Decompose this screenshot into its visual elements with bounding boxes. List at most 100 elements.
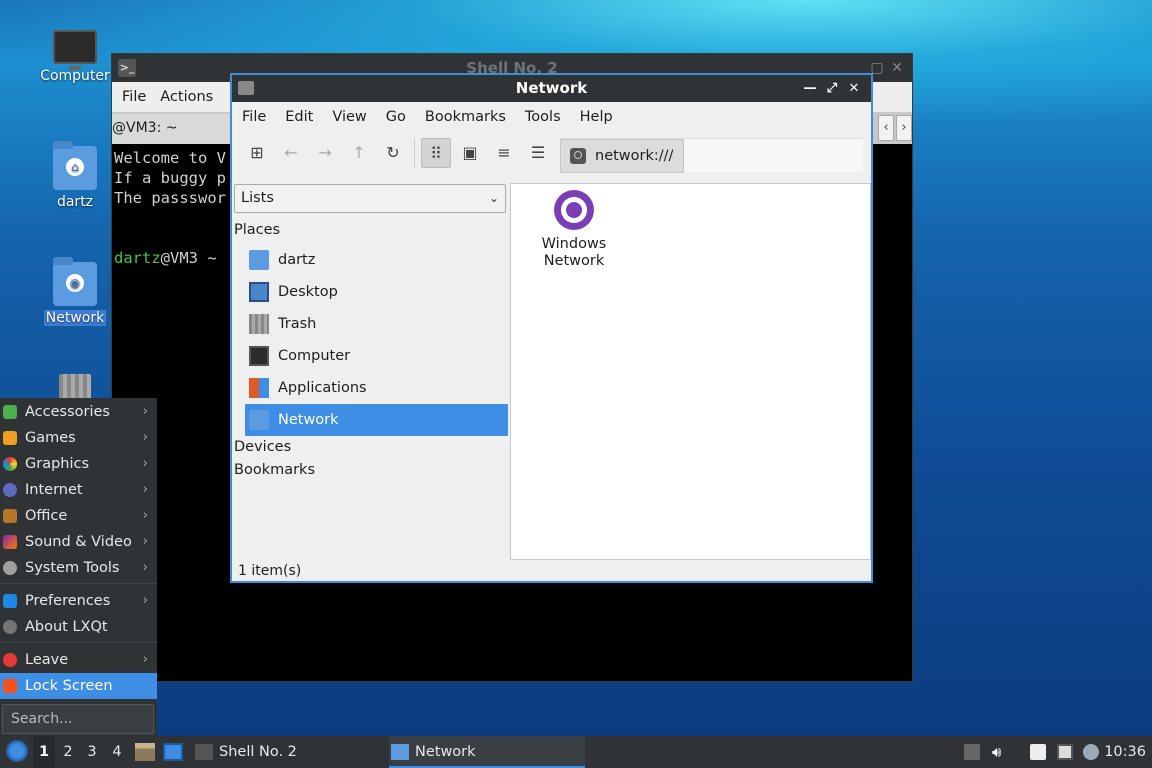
menu-item-about[interactable]: About LXQt <box>0 614 157 640</box>
start-menu: Accessories › Games › Graphics › Internet › … <box>0 398 157 736</box>
sidebar-item-dartz[interactable]: dartz <box>245 244 508 276</box>
task-network[interactable]: Network <box>389 736 585 768</box>
minimize-button[interactable]: — <box>799 75 821 102</box>
network-status-icon[interactable] <box>1057 744 1073 760</box>
menu-item-label: Accessories <box>25 404 110 420</box>
menu-view[interactable]: View <box>332 109 366 125</box>
desktop-icon-label: dartz <box>56 194 94 210</box>
workspace-4[interactable]: 4 <box>106 736 128 768</box>
reload-icon[interactable]: ↻ <box>378 138 408 168</box>
sidebar-item-trash[interactable]: Trash <box>245 308 508 340</box>
menu-item-label: Games <box>25 430 76 446</box>
chevron-down-icon: ⌄ <box>488 191 499 205</box>
home-folder-icon <box>249 250 269 270</box>
places-heading[interactable]: Places <box>234 222 280 238</box>
menu-item-label: Preferences <box>25 593 111 609</box>
side-pane-mode-value: Lists <box>241 190 274 206</box>
menu-item-label: Graphics <box>25 456 90 472</box>
menu-go[interactable]: Go <box>386 109 406 125</box>
desktop-icon <box>249 282 269 302</box>
maximize-button[interactable]: ⤢ <box>821 75 843 102</box>
sidebar-item-label: Trash <box>278 316 317 332</box>
icon-view-icon[interactable]: ⠿ <box>421 138 451 168</box>
clipboard-icon[interactable] <box>1030 744 1046 760</box>
thumbnail-view-icon[interactable]: ▣ <box>455 138 485 168</box>
chevron-right-icon: › <box>142 404 148 419</box>
bookmarks-heading[interactable]: Bookmarks <box>234 462 315 478</box>
back-arrow-icon[interactable]: ← <box>276 138 306 168</box>
task-label: Shell No. 2 <box>219 744 297 760</box>
lock-icon <box>3 679 17 693</box>
file-item-windows-network[interactable]: Windows Network <box>533 190 615 270</box>
tray-expand-icon[interactable] <box>964 744 980 760</box>
file-view[interactable]: Windows Network <box>510 183 871 560</box>
volume-icon[interactable]: 🔊︎ <box>992 744 1008 760</box>
file-manager-titlebar[interactable]: Network — ⤢ ✕ <box>232 75 871 102</box>
toolbar-separator <box>414 138 415 168</box>
menu-item-sound-video[interactable]: Sound & Video › <box>0 529 157 555</box>
up-arrow-icon[interactable]: ↑ <box>344 138 374 168</box>
sidebar-item-label: Applications <box>278 380 367 396</box>
computer-icon <box>53 30 97 70</box>
menu-item-system-tools[interactable]: System Tools › <box>0 555 157 581</box>
menu-search-input[interactable]: Search... <box>2 704 154 734</box>
sidebar-item-applications[interactable]: Applications <box>245 372 508 404</box>
menu-tools[interactable]: Tools <box>525 109 561 125</box>
side-pane-mode-select[interactable]: Lists ⌄ <box>234 184 506 213</box>
clock[interactable]: 10:36 <box>1104 736 1146 768</box>
menu-item-graphics[interactable]: Graphics › <box>0 451 157 477</box>
notification-icon[interactable] <box>1083 744 1099 760</box>
menu-item-internet[interactable]: Internet › <box>0 477 157 503</box>
menu-help[interactable]: Help <box>580 109 613 125</box>
close-button[interactable]: ✕ <box>843 75 865 102</box>
chevron-right-icon: › <box>142 593 148 608</box>
main-menu-button[interactable] <box>6 740 28 762</box>
chevron-right-icon: › <box>142 482 148 497</box>
workspace-2[interactable]: 2 <box>57 736 79 768</box>
compact-view-icon[interactable]: ≡ <box>489 138 519 168</box>
sidebar-item-desktop[interactable]: Desktop <box>245 276 508 308</box>
desktop-icon-home[interactable]: ⌂ dartz <box>35 141 115 210</box>
terminal-app-icon: >_ <box>118 59 136 77</box>
devices-heading[interactable]: Devices <box>234 439 291 455</box>
terminal-tab[interactable]: @VM3: ~ <box>112 114 232 144</box>
computer-icon <box>249 346 269 366</box>
sidebar-item-computer[interactable]: Computer <box>245 340 508 372</box>
accessories-icon <box>3 405 17 419</box>
chevron-right-icon: › <box>142 456 148 471</box>
sidebar-item-label: Computer <box>278 348 351 364</box>
menu-file[interactable]: File <box>242 109 266 125</box>
menu-bookmarks[interactable]: Bookmarks <box>425 109 506 125</box>
menu-edit[interactable]: Edit <box>285 109 313 125</box>
menu-item-preferences[interactable]: Preferences › <box>0 588 157 614</box>
side-pane: Lists ⌄ Places dartz Desktop Trash Compu… <box>232 176 508 566</box>
desktop-icon-label: Computer <box>40 68 110 84</box>
desktop-icon-label: Network <box>43 310 107 326</box>
workspace-1[interactable]: 1 <box>33 736 55 768</box>
tab-scroll-right-button[interactable]: › <box>896 115 912 141</box>
terminal-menu-actions[interactable]: Actions <box>160 89 213 105</box>
menu-item-lock-screen[interactable]: Lock Screen <box>0 673 157 699</box>
sidebar-item-network[interactable]: Network <box>245 404 508 436</box>
home-folder-icon: ⌂ <box>53 141 97 190</box>
desktop-icon-computer[interactable]: Computer <box>35 24 115 84</box>
menu-item-games[interactable]: Games › <box>0 425 157 451</box>
menu-item-accessories[interactable]: Accessories › <box>0 399 157 425</box>
file-manager-launcher-icon[interactable] <box>135 743 155 761</box>
show-desktop-icon[interactable] <box>163 743 183 761</box>
terminal-close-button[interactable]: ✕ <box>888 54 906 82</box>
menu-item-leave[interactable]: Leave › <box>0 647 157 673</box>
menu-item-label: System Tools <box>25 560 120 576</box>
task-shell[interactable]: Shell No. 2 <box>193 736 383 768</box>
menu-item-office[interactable]: Office › <box>0 503 157 529</box>
new-tab-icon[interactable]: ⊞ <box>242 138 272 168</box>
tab-scroll-left-button[interactable]: ‹ <box>878 115 894 141</box>
file-manager-window[interactable]: Network — ⤢ ✕ File Edit View Go Bookmark… <box>230 73 873 583</box>
terminal-menu-file[interactable]: File <box>122 89 146 105</box>
workspace-3[interactable]: 3 <box>81 736 103 768</box>
path-button-network[interactable]: network:/// <box>560 139 684 173</box>
power-icon <box>3 653 17 667</box>
forward-arrow-icon[interactable]: → <box>310 138 340 168</box>
detailed-list-view-icon[interactable]: ☰ <box>523 138 553 168</box>
desktop-icon-network[interactable]: ◉ Network <box>35 257 115 326</box>
